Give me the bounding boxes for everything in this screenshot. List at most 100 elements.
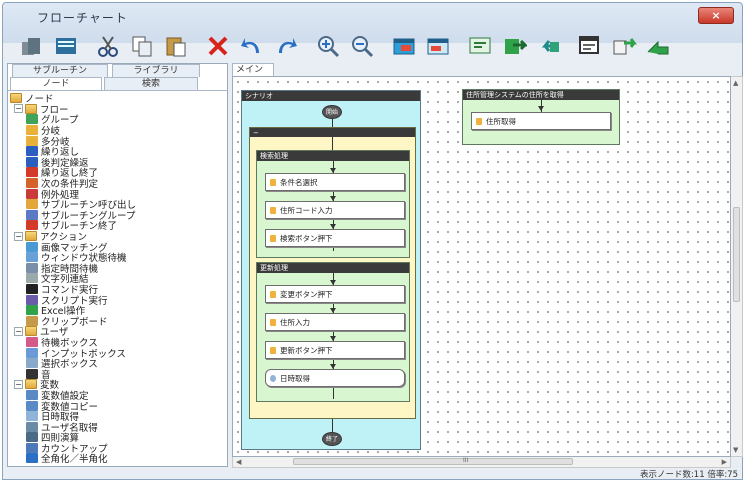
cut-icon[interactable]	[93, 32, 123, 60]
loop-post-icon	[26, 156, 38, 167]
window-title: フローチャート	[37, 11, 128, 25]
group-update[interactable]: 更新処理 変更ボタン押下 住所入力 更新ボタン押下 日時取得	[256, 262, 410, 402]
scroll-thumb[interactable]	[293, 458, 573, 465]
undo-icon[interactable]	[237, 32, 267, 60]
username-icon	[26, 421, 38, 432]
subroutine-call-icon	[26, 199, 38, 210]
tab-search[interactable]: 検索	[104, 77, 198, 90]
scroll-right-arrow[interactable]: ▶	[722, 458, 727, 466]
flow-line	[332, 137, 333, 151]
step-datetime[interactable]: 日時取得	[265, 369, 405, 387]
subroutine-address-panel[interactable]: 住所管理システムの住所を取得 住所取得	[462, 89, 620, 145]
close-button[interactable]: ×	[698, 7, 734, 24]
subroutine-group-icon	[26, 209, 38, 220]
step-condition-select[interactable]: 条件名選択	[265, 173, 405, 191]
sound-icon	[26, 368, 38, 379]
zoom-in-icon[interactable]	[313, 32, 343, 60]
property-icon[interactable]	[575, 32, 605, 60]
group-search-header: 検索処理	[257, 151, 409, 161]
open-icon[interactable]	[51, 32, 81, 60]
image-match-icon	[26, 241, 38, 252]
step-address-get[interactable]: 住所取得	[471, 112, 611, 130]
tree-item-width-convert[interactable]: 全角化／半角化	[10, 453, 227, 465]
flow-arrow	[538, 106, 544, 111]
tab-main[interactable]: メイン	[232, 63, 274, 76]
folder-icon	[25, 379, 37, 390]
import-icon[interactable]	[499, 32, 529, 60]
insert-icon[interactable]	[389, 32, 419, 60]
subroutine-end-icon	[26, 220, 38, 231]
scenario-container[interactable]: シナリオ 開始 − 検索処理 条件名選択 住所コード入力 検索ボタン押下 更新処…	[241, 90, 421, 450]
action-icon	[270, 179, 276, 186]
folder-icon	[25, 103, 37, 114]
scroll-left-arrow[interactable]: ◀	[236, 458, 241, 466]
group-update-header: 更新処理	[257, 263, 409, 273]
toolbar	[3, 29, 742, 63]
exception-icon	[26, 188, 38, 199]
start-node[interactable]: 開始	[322, 105, 342, 119]
folder-icon	[10, 93, 22, 104]
scenario-header: シナリオ	[242, 91, 420, 101]
paste-icon[interactable]	[161, 32, 191, 60]
step-address-input[interactable]: 住所入力	[265, 313, 405, 331]
status-bar: 表示ノード数:11 倍率:75	[639, 470, 738, 480]
action-icon	[270, 235, 276, 242]
wait-box-icon	[26, 336, 38, 347]
insert-alt-icon[interactable]	[423, 32, 453, 60]
zoom-out-icon[interactable]	[347, 32, 377, 60]
scroll-up-arrow[interactable]: ▲	[733, 79, 738, 87]
flow-line	[332, 119, 333, 127]
edit-icon[interactable]	[465, 32, 495, 60]
collapse-toggle[interactable]: −	[14, 104, 23, 114]
outer-group[interactable]: − 検索処理 条件名選択 住所コード入力 検索ボタン押下 更新処理 変更ボタン押…	[249, 127, 416, 419]
tab-node[interactable]: ノード	[10, 77, 102, 90]
step-search-button[interactable]: 検索ボタン押下	[265, 229, 405, 247]
flow-line	[332, 419, 333, 433]
branch-icon	[26, 125, 38, 136]
collapse-toggle[interactable]: −	[14, 231, 23, 241]
datetime-icon	[270, 375, 276, 382]
input-box-icon	[26, 347, 38, 358]
width-convert-icon	[26, 453, 38, 464]
var-set-icon	[26, 389, 38, 400]
tab-subroutine[interactable]: サブルーチン	[12, 64, 108, 77]
run-icon[interactable]	[643, 32, 673, 60]
horizontal-scrollbar[interactable]: ◀ III ▶	[232, 457, 731, 468]
scroll-down-arrow[interactable]: ▼	[733, 446, 738, 454]
loop-icon	[26, 146, 38, 157]
app-window: フローチャート × サブルーチン ライブラリ ノード 検索 ノード − フロー …	[2, 2, 743, 480]
tab-library[interactable]: ライブラリ	[112, 64, 200, 77]
end-node[interactable]: 終了	[322, 432, 342, 446]
export-icon[interactable]	[533, 32, 563, 60]
title-bar: フローチャート ×	[3, 3, 742, 29]
datetime-icon	[26, 411, 38, 422]
collapse-toggle[interactable]: −	[14, 326, 23, 336]
step-change-button[interactable]: 変更ボタン押下	[265, 285, 405, 303]
scroll-thumb[interactable]	[733, 207, 740, 302]
vertical-scrollbar[interactable]: ▲ ▼	[731, 76, 743, 457]
excel-icon	[26, 305, 38, 316]
select-box-icon	[26, 358, 38, 369]
flowchart-canvas[interactable]: シナリオ 開始 − 検索処理 条件名選択 住所コード入力 検索ボタン押下 更新処…	[232, 76, 731, 457]
string-concat-icon	[26, 273, 38, 284]
collapse-toggle[interactable]: −	[14, 379, 23, 389]
folder-icon	[25, 231, 37, 242]
new-icon[interactable]	[17, 32, 47, 60]
group-search[interactable]: 検索処理 条件名選択 住所コード入力 検索ボタン押下	[256, 150, 410, 258]
step-update-button[interactable]: 更新ボタン押下	[265, 341, 405, 359]
step-address-code-input[interactable]: 住所コード入力	[265, 201, 405, 219]
var-copy-icon	[26, 400, 38, 411]
node-panel: サブルーチン ライブラリ ノード 検索 ノード − フロー グループ 分岐 多分岐 繰り返し…	[7, 63, 228, 467]
redo-icon[interactable]	[271, 32, 301, 60]
replace-icon[interactable]	[609, 32, 639, 60]
copy-icon[interactable]	[127, 32, 157, 60]
scroll-grip: III	[463, 457, 469, 464]
clipboard-icon	[26, 315, 38, 326]
action-icon	[270, 207, 276, 214]
multi-branch-icon	[26, 135, 38, 146]
action-icon	[270, 347, 276, 354]
action-icon	[270, 291, 276, 298]
script-icon	[26, 294, 38, 305]
count-up-icon	[26, 442, 38, 453]
delete-icon[interactable]	[203, 32, 233, 60]
